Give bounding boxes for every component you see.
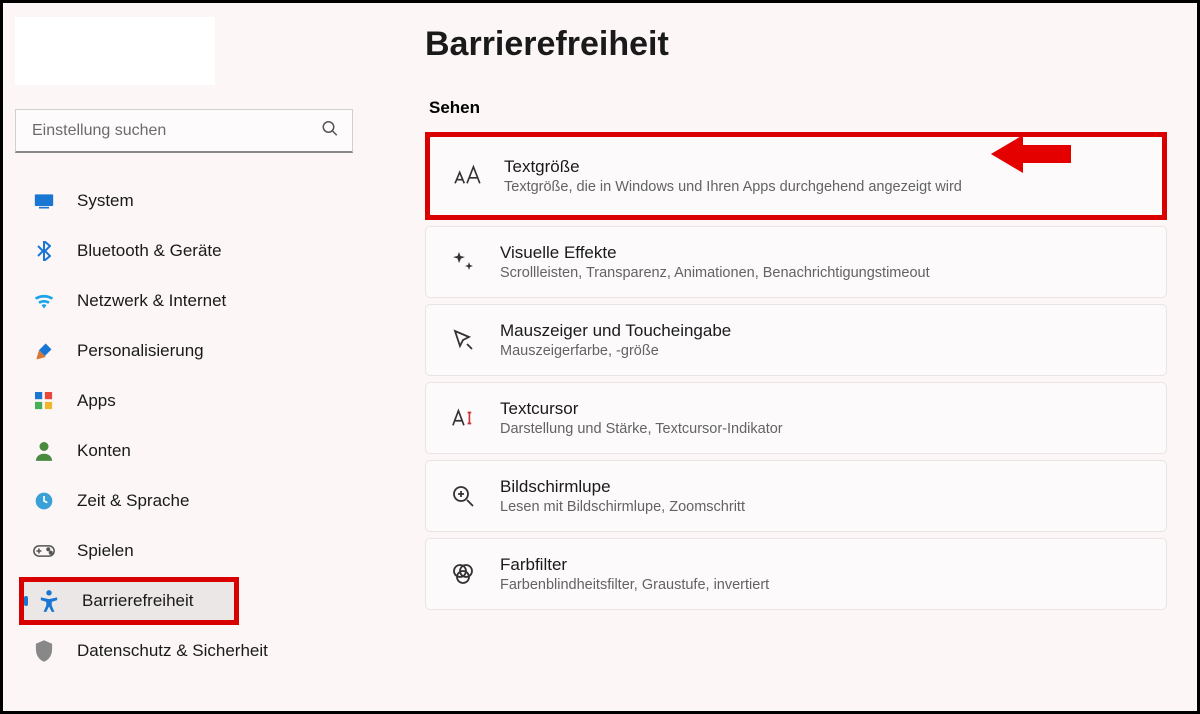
card-subtitle: Textgröße, die in Windows und Ihren Apps… bbox=[504, 179, 962, 195]
card-subtitle: Scrollleisten, Transparenz, Animationen,… bbox=[500, 265, 930, 281]
sidebar-item-label: Konten bbox=[77, 441, 131, 461]
sidebar-item-label: Apps bbox=[77, 391, 116, 411]
card-title: Farbfilter bbox=[500, 555, 769, 575]
card-mauszeiger[interactable]: Mauszeiger und Toucheingabe Mauszeigerfa… bbox=[425, 304, 1167, 376]
sidebar-item-spielen[interactable]: Spielen bbox=[19, 527, 361, 575]
color-filter-icon bbox=[448, 559, 478, 589]
time-icon bbox=[33, 490, 55, 512]
gaming-icon bbox=[33, 540, 55, 562]
accessibility-icon bbox=[38, 590, 60, 612]
card-subtitle: Mauszeigerfarbe, -größe bbox=[500, 343, 731, 359]
sidebar-item-label: System bbox=[77, 191, 134, 211]
pointer-icon bbox=[448, 325, 478, 355]
text-size-icon bbox=[452, 161, 482, 191]
card-subtitle: Farbenblindheitsfilter, Graustufe, inver… bbox=[500, 577, 769, 593]
card-title: Textcursor bbox=[500, 399, 783, 419]
search-input[interactable] bbox=[15, 109, 353, 153]
sidebar-item-label: Datenschutz & Sicherheit bbox=[77, 641, 268, 661]
annotation-arrow bbox=[991, 131, 1071, 177]
effects-icon bbox=[448, 247, 478, 277]
nav: System Bluetooth & Geräte Netzwerk & Int… bbox=[19, 177, 361, 675]
system-icon bbox=[33, 190, 55, 212]
card-title: Textgröße bbox=[504, 157, 962, 177]
apps-icon bbox=[33, 390, 55, 412]
sidebar: System Bluetooth & Geräte Netzwerk & Int… bbox=[3, 3, 373, 711]
magnifier-icon bbox=[448, 481, 478, 511]
sidebar-item-label: Zeit & Sprache bbox=[77, 491, 189, 511]
bluetooth-icon bbox=[33, 240, 55, 262]
sidebar-item-label: Bluetooth & Geräte bbox=[77, 241, 222, 261]
sidebar-item-label: Personalisierung bbox=[77, 341, 204, 361]
card-subtitle: Lesen mit Bildschirmlupe, Zoomschritt bbox=[500, 499, 745, 515]
sidebar-item-apps[interactable]: Apps bbox=[19, 377, 361, 425]
sidebar-item-label: Barrierefreiheit bbox=[82, 591, 194, 611]
user-block bbox=[15, 17, 215, 85]
sidebar-item-personalisierung[interactable]: Personalisierung bbox=[19, 327, 361, 375]
section-title: Sehen bbox=[429, 98, 1167, 118]
main-content: Barrierefreiheit Sehen Textgröße Textgrö… bbox=[373, 3, 1197, 711]
sidebar-item-bluetooth[interactable]: Bluetooth & Geräte bbox=[19, 227, 361, 275]
accounts-icon bbox=[33, 440, 55, 462]
card-textcursor[interactable]: Textcursor Darstellung und Stärke, Textc… bbox=[425, 382, 1167, 454]
cards-list: Textgröße Textgröße, die in Windows und … bbox=[425, 132, 1167, 610]
card-bildschirmlupe[interactable]: Bildschirmlupe Lesen mit Bildschirmlupe,… bbox=[425, 460, 1167, 532]
search-icon bbox=[321, 120, 339, 143]
privacy-icon bbox=[33, 640, 55, 662]
sidebar-item-network[interactable]: Netzwerk & Internet bbox=[19, 277, 361, 325]
sidebar-item-label: Netzwerk & Internet bbox=[77, 291, 226, 311]
sidebar-item-barrierefreiheit[interactable]: Barrierefreiheit bbox=[19, 577, 239, 625]
sidebar-item-zeit-sprache[interactable]: Zeit & Sprache bbox=[19, 477, 361, 525]
card-title: Mauszeiger und Toucheingabe bbox=[500, 321, 731, 341]
network-icon bbox=[33, 290, 55, 312]
card-title: Bildschirmlupe bbox=[500, 477, 745, 497]
sidebar-item-datenschutz[interactable]: Datenschutz & Sicherheit bbox=[19, 627, 361, 675]
sidebar-item-konten[interactable]: Konten bbox=[19, 427, 361, 475]
sidebar-item-system[interactable]: System bbox=[19, 177, 361, 225]
card-title: Visuelle Effekte bbox=[500, 243, 930, 263]
card-subtitle: Darstellung und Stärke, Textcursor-Indik… bbox=[500, 421, 783, 437]
cursor-icon bbox=[448, 403, 478, 433]
personalize-icon bbox=[33, 340, 55, 362]
card-farbfilter[interactable]: Farbfilter Farbenblindheitsfilter, Graus… bbox=[425, 538, 1167, 610]
page-title: Barrierefreiheit bbox=[425, 25, 1167, 64]
search-wrap bbox=[15, 109, 361, 153]
sidebar-item-label: Spielen bbox=[77, 541, 134, 561]
card-visuelle-effekte[interactable]: Visuelle Effekte Scrollleisten, Transpar… bbox=[425, 226, 1167, 298]
